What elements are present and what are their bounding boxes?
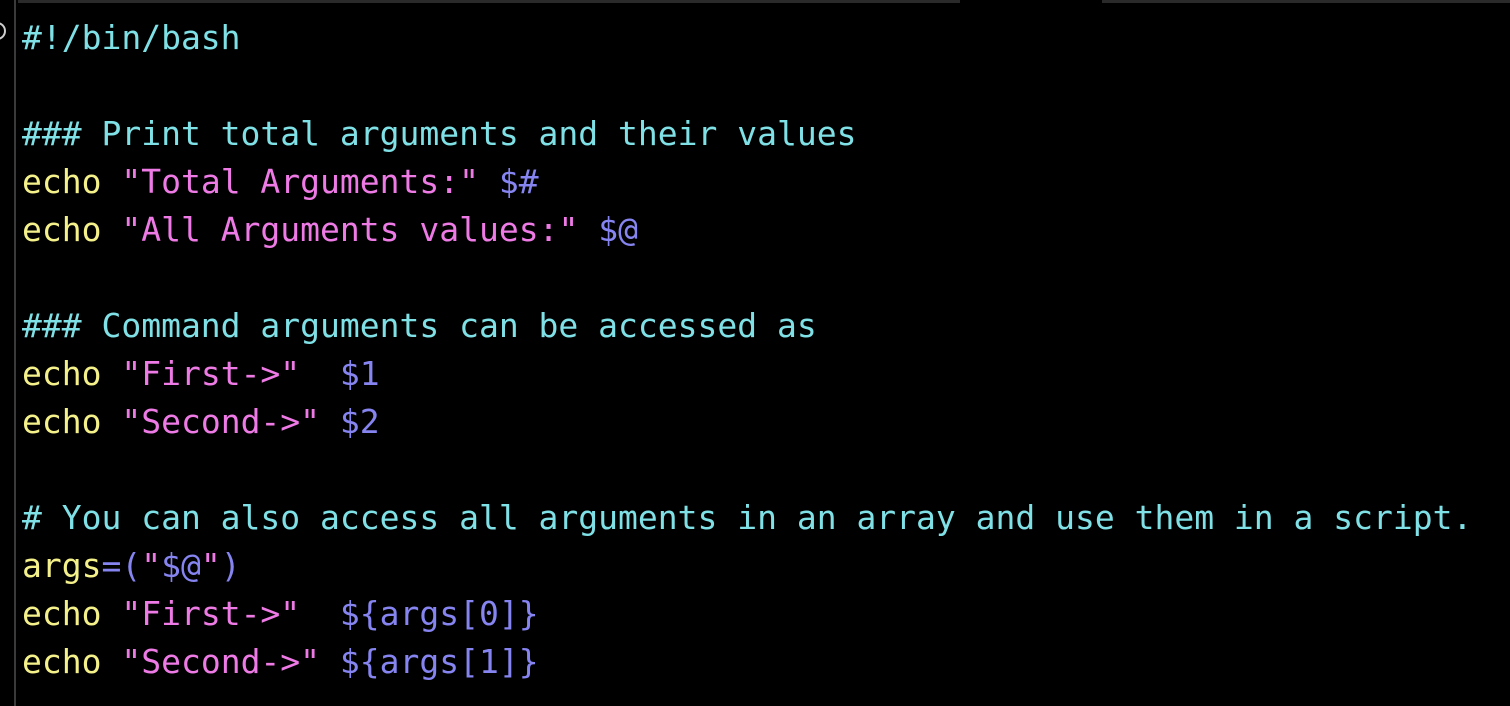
token-string: " xyxy=(141,546,162,585)
editor-gutter xyxy=(14,0,16,706)
token-string: "All Arguments values:" xyxy=(121,210,579,249)
token-comment: # You can also access all arguments in a… xyxy=(22,498,1473,537)
token-string: "Second->" xyxy=(121,642,321,681)
code-line[interactable]: echo "All Arguments values:" $@ xyxy=(22,206,1510,254)
code-line[interactable] xyxy=(22,254,1510,302)
token-string: "First->" xyxy=(121,594,301,633)
code-line[interactable]: #!/bin/bash xyxy=(22,14,1510,62)
token-builtin: echo xyxy=(22,162,102,201)
token-builtin: echo xyxy=(22,210,102,249)
token-ident: args xyxy=(22,546,102,585)
code-line[interactable]: echo "Second->" ${args[1]} xyxy=(22,638,1510,686)
token-builtin: echo xyxy=(22,642,102,681)
code-line[interactable] xyxy=(22,446,1510,494)
token-var: $# xyxy=(498,162,539,201)
tab-strip-left xyxy=(18,0,960,3)
token-builtin: echo xyxy=(22,354,102,393)
token-string: " xyxy=(200,546,221,585)
code-line[interactable]: ### Print total arguments and their valu… xyxy=(22,110,1510,158)
code-line[interactable]: echo "First->" ${args[0]} xyxy=(22,590,1510,638)
token-var: ${args[0]} xyxy=(339,594,539,633)
token-op: ) xyxy=(220,546,241,585)
code-line[interactable]: args=("$@") xyxy=(22,542,1510,590)
code-editor[interactable]: #!/bin/bash ### Print total arguments an… xyxy=(22,14,1510,686)
token-builtin: echo xyxy=(22,402,102,441)
token-var: ${args[1]} xyxy=(339,642,539,681)
token-string: "Second->" xyxy=(121,402,321,441)
code-line[interactable]: # You can also access all arguments in a… xyxy=(22,494,1510,542)
code-line[interactable]: echo "First->" $1 xyxy=(22,350,1510,398)
token-var: $1 xyxy=(339,354,380,393)
token-op: =( xyxy=(101,546,142,585)
window-top-bar xyxy=(0,0,1510,4)
token-var: $2 xyxy=(339,402,380,441)
token-var: $@ xyxy=(161,546,201,585)
code-line[interactable] xyxy=(22,62,1510,110)
fold-marker-icon[interactable] xyxy=(0,22,6,40)
token-string: "Total Arguments:" xyxy=(121,162,479,201)
token-shebang: #!/bin/bash xyxy=(22,18,241,57)
token-comment: ### Print total arguments and their valu… xyxy=(22,114,857,153)
code-line[interactable]: echo "Second->" $2 xyxy=(22,398,1510,446)
token-string: "First->" xyxy=(121,354,301,393)
token-builtin: echo xyxy=(22,594,102,633)
code-line[interactable]: ### Command arguments can be accessed as xyxy=(22,302,1510,350)
token-comment: ### Command arguments can be accessed as xyxy=(22,306,817,345)
tab-strip-right xyxy=(1102,0,1510,3)
token-var: $@ xyxy=(598,210,638,249)
code-line[interactable]: echo "Total Arguments:" $# xyxy=(22,158,1510,206)
